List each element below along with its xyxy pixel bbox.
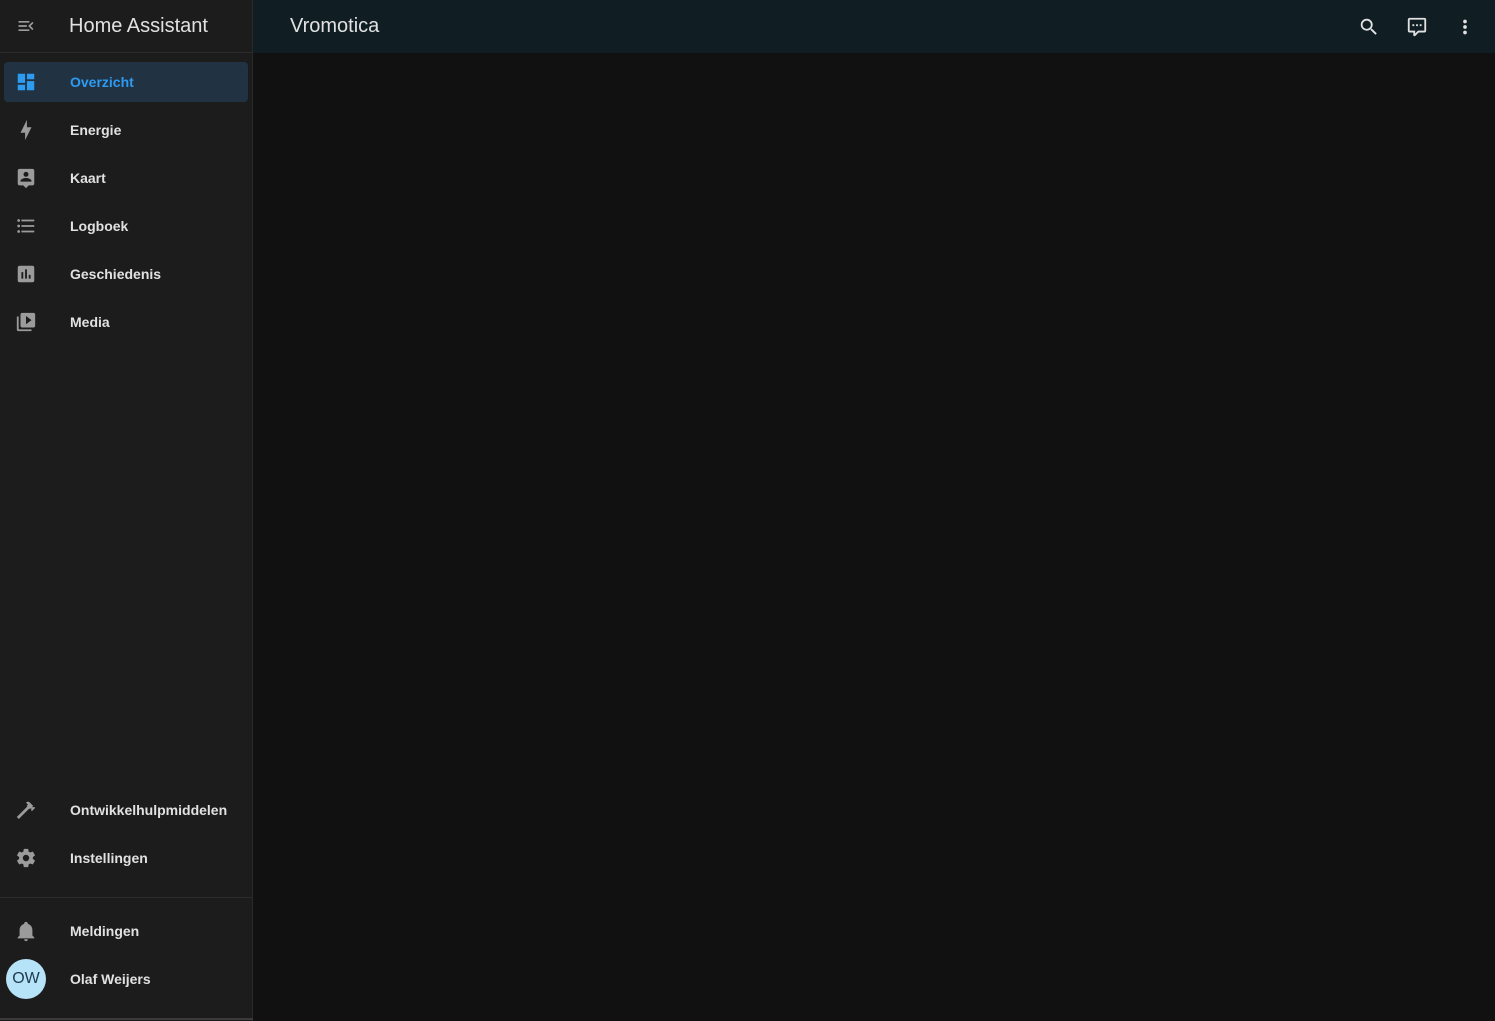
app-root: Home Assistant Overzicht Energie Kaart L… bbox=[0, 0, 1495, 1021]
dashboard-icon bbox=[14, 70, 38, 94]
menu-open-icon bbox=[16, 16, 36, 36]
search-icon bbox=[1358, 16, 1380, 38]
sidebar-item-media[interactable]: Media bbox=[4, 302, 248, 342]
user-name: Olaf Weijers bbox=[70, 971, 151, 987]
sidebar-item-label: Media bbox=[70, 314, 110, 330]
sidebar-item-label: Energie bbox=[70, 122, 122, 138]
avatar: OW bbox=[6, 959, 46, 999]
sidebar-item-label: Overzicht bbox=[70, 74, 134, 90]
app-title: Home Assistant bbox=[69, 14, 208, 37]
search-button[interactable] bbox=[1345, 3, 1393, 51]
sidebar-item-logboek[interactable]: Logboek bbox=[4, 206, 248, 246]
format-list-bulleted-icon bbox=[14, 214, 38, 238]
sidebar-divider bbox=[0, 897, 252, 898]
sidebar-footer: Meldingen OW Olaf Weijers bbox=[0, 911, 252, 1007]
map-account-icon bbox=[14, 166, 38, 190]
sidebar-item-label: Geschiedenis bbox=[70, 266, 162, 282]
sidebar-bottom-border bbox=[0, 1018, 260, 1020]
main-content bbox=[253, 53, 1495, 1021]
sidebar-item-label: Instellingen bbox=[70, 850, 148, 866]
sidebar-item-geschiedenis[interactable]: Geschiedenis bbox=[4, 254, 248, 294]
sidebar-item-overzicht[interactable]: Overzicht bbox=[4, 62, 248, 102]
sidebar-item-label: Ontwikkelhulpmiddelen bbox=[70, 802, 228, 818]
play-box-multiple-icon bbox=[14, 310, 38, 334]
sidebar-item-energie[interactable]: Energie bbox=[4, 110, 248, 150]
hammer-icon bbox=[14, 798, 38, 822]
sidebar: Home Assistant Overzicht Energie Kaart L… bbox=[0, 0, 260, 1021]
dots-vertical-icon bbox=[1454, 16, 1476, 38]
chart-box-icon bbox=[14, 262, 38, 286]
sidebar-item-label: Meldingen bbox=[70, 923, 140, 939]
sidebar-item-kaart[interactable]: Kaart bbox=[4, 158, 248, 198]
sidebar-item-label: Kaart bbox=[70, 170, 106, 186]
cog-icon bbox=[14, 846, 38, 870]
sidebar-item-user[interactable]: OW Olaf Weijers bbox=[4, 959, 248, 999]
overflow-menu-button[interactable] bbox=[1441, 3, 1489, 51]
assist-button[interactable] bbox=[1393, 3, 1441, 51]
toolbar-actions bbox=[1345, 0, 1489, 53]
sidebar-nav: Overzicht Energie Kaart Logboek Geschied… bbox=[0, 62, 252, 350]
bell-icon bbox=[14, 919, 38, 943]
lightning-bolt-icon bbox=[14, 118, 38, 142]
sidebar-item-instellingen[interactable]: Instellingen bbox=[4, 838, 248, 878]
sidebar-header: Home Assistant bbox=[0, 0, 252, 53]
menu-toggle-button[interactable] bbox=[0, 0, 52, 53]
sidebar-item-meldingen[interactable]: Meldingen bbox=[4, 911, 248, 951]
page-title: Vromotica bbox=[290, 15, 380, 37]
top-bar: Vromotica bbox=[253, 0, 1495, 53]
sidebar-item-ontwikkelhulpmiddelen[interactable]: Ontwikkelhulpmiddelen bbox=[4, 790, 248, 830]
comment-processing-icon bbox=[1406, 16, 1428, 38]
sidebar-bottom-nav: Ontwikkelhulpmiddelen Instellingen bbox=[0, 790, 252, 886]
sidebar-item-label: Logboek bbox=[70, 218, 129, 234]
